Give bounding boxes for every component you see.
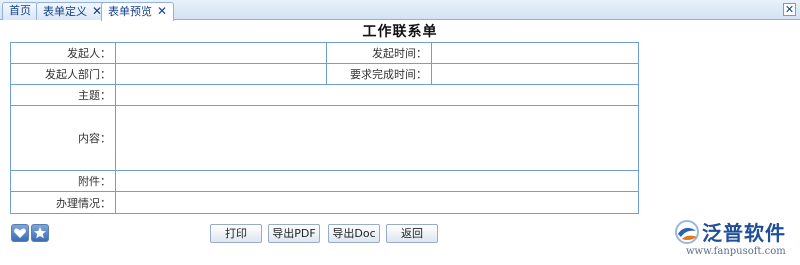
subject-field[interactable]	[115, 84, 639, 106]
tab-form-preview[interactable]: 表单预览 ✕	[101, 2, 175, 21]
export-pdf-button[interactable]: 导出PDF	[268, 224, 320, 243]
close-icon[interactable]: ✕	[157, 3, 167, 19]
star-icon	[34, 227, 46, 239]
brand-url: www.fanpusoft.com	[686, 246, 786, 257]
tab-home[interactable]: 首页	[2, 2, 38, 20]
brand-name: 泛普软件	[702, 221, 786, 245]
tab-form-definition[interactable]: 表单定义 ✕	[36, 2, 110, 20]
export-doc-button[interactable]: 导出Doc	[328, 224, 380, 243]
brand-logo: 泛普软件 www.fanpusoft.com	[672, 212, 800, 265]
handling-label: 办理情况：	[10, 191, 116, 214]
print-button[interactable]: 打印	[210, 224, 262, 243]
initiate-time-label: 发起时间：	[326, 42, 432, 64]
content-field[interactable]	[115, 105, 639, 171]
content-label: 内容：	[10, 105, 116, 171]
form-table: 发起人： 发起时间： 发起人部门： 要求完成时间： 主题： 内容： 附件： 办理…	[10, 42, 639, 214]
required-finish-time-field[interactable]	[431, 63, 639, 85]
form-title: 工作联系单	[362, 24, 438, 40]
initiator-field[interactable]	[115, 42, 327, 64]
initiator-dept-field[interactable]	[115, 63, 327, 85]
heart-icon	[14, 228, 26, 238]
initiator-dept-label: 发起人部门：	[10, 63, 116, 85]
initiate-time-field[interactable]	[431, 42, 639, 64]
tab-label: 表单定义	[43, 5, 87, 18]
tab-label: 首页	[9, 4, 31, 17]
initiator-label: 发起人：	[10, 42, 116, 64]
attachment-label: 附件：	[10, 170, 116, 192]
attachment-field[interactable]	[115, 170, 639, 192]
tab-label: 表单预览	[108, 5, 152, 18]
favorite-button[interactable]	[11, 224, 29, 242]
back-button[interactable]: 返回	[386, 224, 438, 243]
window-close-button[interactable]: ✕	[783, 3, 796, 16]
subject-label: 主题：	[10, 84, 116, 106]
handling-field[interactable]	[115, 191, 639, 214]
required-finish-time-label: 要求完成时间：	[326, 63, 432, 85]
brand-logo-icon	[675, 220, 699, 244]
bookmark-button[interactable]	[31, 224, 49, 242]
tab-bar: 首页 表单定义 ✕ 表单预览 ✕ ✕	[0, 0, 800, 21]
